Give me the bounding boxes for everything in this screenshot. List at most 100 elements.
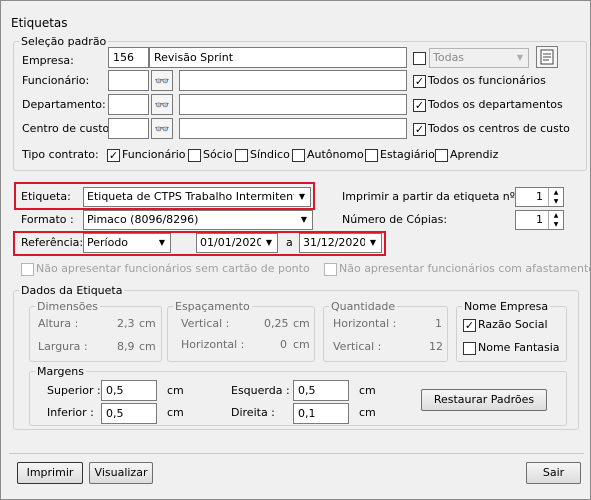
- funcionario-label: Funcionário:: [22, 74, 90, 87]
- razao-social-checkbox[interactable]: ✓: [463, 319, 476, 332]
- departamento-code-input[interactable]: [108, 94, 149, 115]
- departamento-search-button[interactable]: 👓: [151, 94, 173, 115]
- esp-horizontal-unit: cm: [293, 338, 310, 351]
- largura-label: Largura :: [38, 340, 88, 353]
- chevron-down-icon: ▼: [294, 188, 310, 206]
- date-to-picker[interactable]: 31/12/2020 ▼: [299, 233, 382, 253]
- todos-departamentos-checkbox[interactable]: ✓: [413, 99, 426, 112]
- todas-checkbox[interactable]: [413, 52, 426, 65]
- centro-custo-code-input[interactable]: [108, 118, 149, 139]
- tipo-sindico-checkbox[interactable]: [235, 149, 248, 162]
- spin-up-icon[interactable]: ▲: [548, 188, 563, 197]
- tipo-socio-label: Sócio: [203, 148, 233, 161]
- largura-unit: cm: [139, 340, 156, 353]
- todos-centros-label: Todos os centros de custo: [428, 122, 570, 135]
- tipo-socio-checkbox[interactable]: [188, 149, 201, 162]
- dimensoes-group: [29, 306, 162, 362]
- nao-cartao-checkbox[interactable]: [21, 263, 34, 276]
- copias-label: Número de Cópias:: [342, 213, 448, 226]
- imprimir-button[interactable]: Imprimir: [17, 462, 83, 484]
- esp-vertical-value: 0,25: [264, 317, 289, 330]
- visualizar-button[interactable]: Visualizar: [89, 462, 153, 484]
- spin-up-icon[interactable]: ▲: [548, 211, 563, 220]
- funcionario-code-input[interactable]: [108, 70, 149, 91]
- tipo-autonomo-checkbox[interactable]: [292, 149, 305, 162]
- referencia-select[interactable]: Período ▼: [83, 233, 171, 253]
- todos-funcionarios-label: Todos os funcionários: [428, 74, 546, 87]
- date-from-value: 01/01/2020: [200, 236, 264, 249]
- tipo-aprendiz-checkbox[interactable]: [435, 149, 448, 162]
- binoculars-icon: 👓: [154, 97, 170, 112]
- centro-custo-name-input[interactable]: [179, 118, 407, 139]
- spin-down-icon[interactable]: ▼: [548, 197, 563, 206]
- esquerda-input[interactable]: 0,5: [293, 380, 349, 401]
- margens-title: Margens: [35, 365, 87, 378]
- funcionario-name-input[interactable]: [179, 70, 407, 91]
- inferior-input[interactable]: 0,5: [101, 403, 157, 424]
- tipo-estagiario-checkbox[interactable]: [365, 149, 378, 162]
- todos-funcionarios-checkbox[interactable]: ✓: [413, 75, 426, 88]
- espacamento-group: [167, 306, 315, 362]
- qtd-horizontal-label: Horizontal :: [333, 317, 397, 330]
- inferior-label: Inferior :: [47, 406, 94, 419]
- altura-label: Altura :: [38, 317, 79, 330]
- todas-label: Todas: [433, 51, 465, 64]
- empresa-code-input[interactable]: 156: [108, 47, 149, 68]
- direita-label: Direita :: [231, 406, 275, 419]
- qtd-vertical-label: Vertical :: [333, 340, 382, 353]
- print-preview-button[interactable]: [536, 46, 558, 68]
- tipo-funcionario-checkbox[interactable]: ✓: [107, 149, 120, 162]
- empresa-name-input[interactable]: Revisão Sprint: [149, 47, 407, 68]
- nome-fantasia-checkbox[interactable]: [463, 342, 476, 355]
- esquerda-label: Esquerda :: [231, 384, 290, 397]
- quantidade-title: Quantidade: [329, 300, 398, 313]
- formato-value: Pimaco (8096/8296): [87, 213, 199, 226]
- binoculars-icon: 👓: [154, 121, 170, 136]
- centro-custo-search-button[interactable]: 👓: [151, 118, 173, 139]
- referencia-value: Período: [87, 236, 129, 249]
- date-from-picker[interactable]: 01/01/2020 ▼: [196, 233, 278, 253]
- selecao-padrao-title: Seleção padrão: [19, 35, 109, 48]
- tipo-funcionario-label: Funcionário: [122, 148, 186, 161]
- window-title: Etiquetas: [11, 16, 68, 30]
- inferior-unit: cm: [167, 406, 184, 419]
- esp-horizontal-label: Horizontal :: [181, 338, 245, 351]
- nao-afastamento-checkbox[interactable]: [324, 263, 337, 276]
- imprimir-partir-label: Imprimir a partir da etiqueta nº:: [342, 190, 519, 203]
- spin-down-icon[interactable]: ▼: [548, 220, 563, 229]
- empresa-label: Empresa:: [22, 54, 74, 67]
- direita-input[interactable]: 0,1: [293, 403, 349, 424]
- date-separator: a: [286, 236, 293, 249]
- superior-label: Superior :: [47, 384, 101, 397]
- esp-vertical-unit: cm: [293, 317, 310, 330]
- tipo-sindico-label: Síndico: [250, 148, 290, 161]
- tipo-autonomo-label: Autônomo: [307, 148, 364, 161]
- formato-select[interactable]: Pimaco (8096/8296) ▼: [83, 210, 313, 230]
- sair-button[interactable]: Sair: [526, 462, 581, 484]
- qtd-horizontal-value: 1: [435, 317, 442, 330]
- esp-horizontal-value: 0: [280, 338, 287, 351]
- etiqueta-value: Etiqueta de CTPS Trabalho Intermitente: [87, 190, 305, 203]
- quantidade-group: [323, 306, 448, 362]
- superior-unit: cm: [167, 384, 184, 397]
- departamento-name-input[interactable]: [179, 94, 407, 115]
- copias-spinner[interactable]: 1 ▲ ▼: [515, 210, 564, 230]
- superior-input[interactable]: 0,5: [101, 380, 157, 401]
- etiqueta-select[interactable]: Etiqueta de CTPS Trabalho Intermitente ▼: [83, 187, 311, 207]
- nome-fantasia-label: Nome Fantasia: [478, 341, 560, 354]
- altura-unit: cm: [139, 317, 156, 330]
- todos-centros-checkbox[interactable]: ✓: [413, 123, 426, 136]
- departamento-label: Departamento:: [22, 98, 106, 111]
- direita-unit: cm: [359, 406, 376, 419]
- tipo-aprendiz-label: Aprendiz: [450, 148, 499, 161]
- chevron-down-icon: ▼: [512, 49, 528, 67]
- esquerda-unit: cm: [359, 384, 376, 397]
- restaurar-padroes-button[interactable]: Restaurar Padrões: [421, 389, 547, 411]
- chevron-down-icon: ▼: [296, 211, 312, 229]
- todas-select: Todas ▼: [429, 48, 529, 68]
- funcionario-search-button[interactable]: 👓: [151, 70, 173, 91]
- date-to-value: 31/12/2020: [303, 236, 367, 249]
- altura-value: 2,3: [117, 317, 135, 330]
- imprimir-partir-spinner[interactable]: 1 ▲ ▼: [515, 187, 564, 207]
- largura-value: 8,9: [117, 340, 135, 353]
